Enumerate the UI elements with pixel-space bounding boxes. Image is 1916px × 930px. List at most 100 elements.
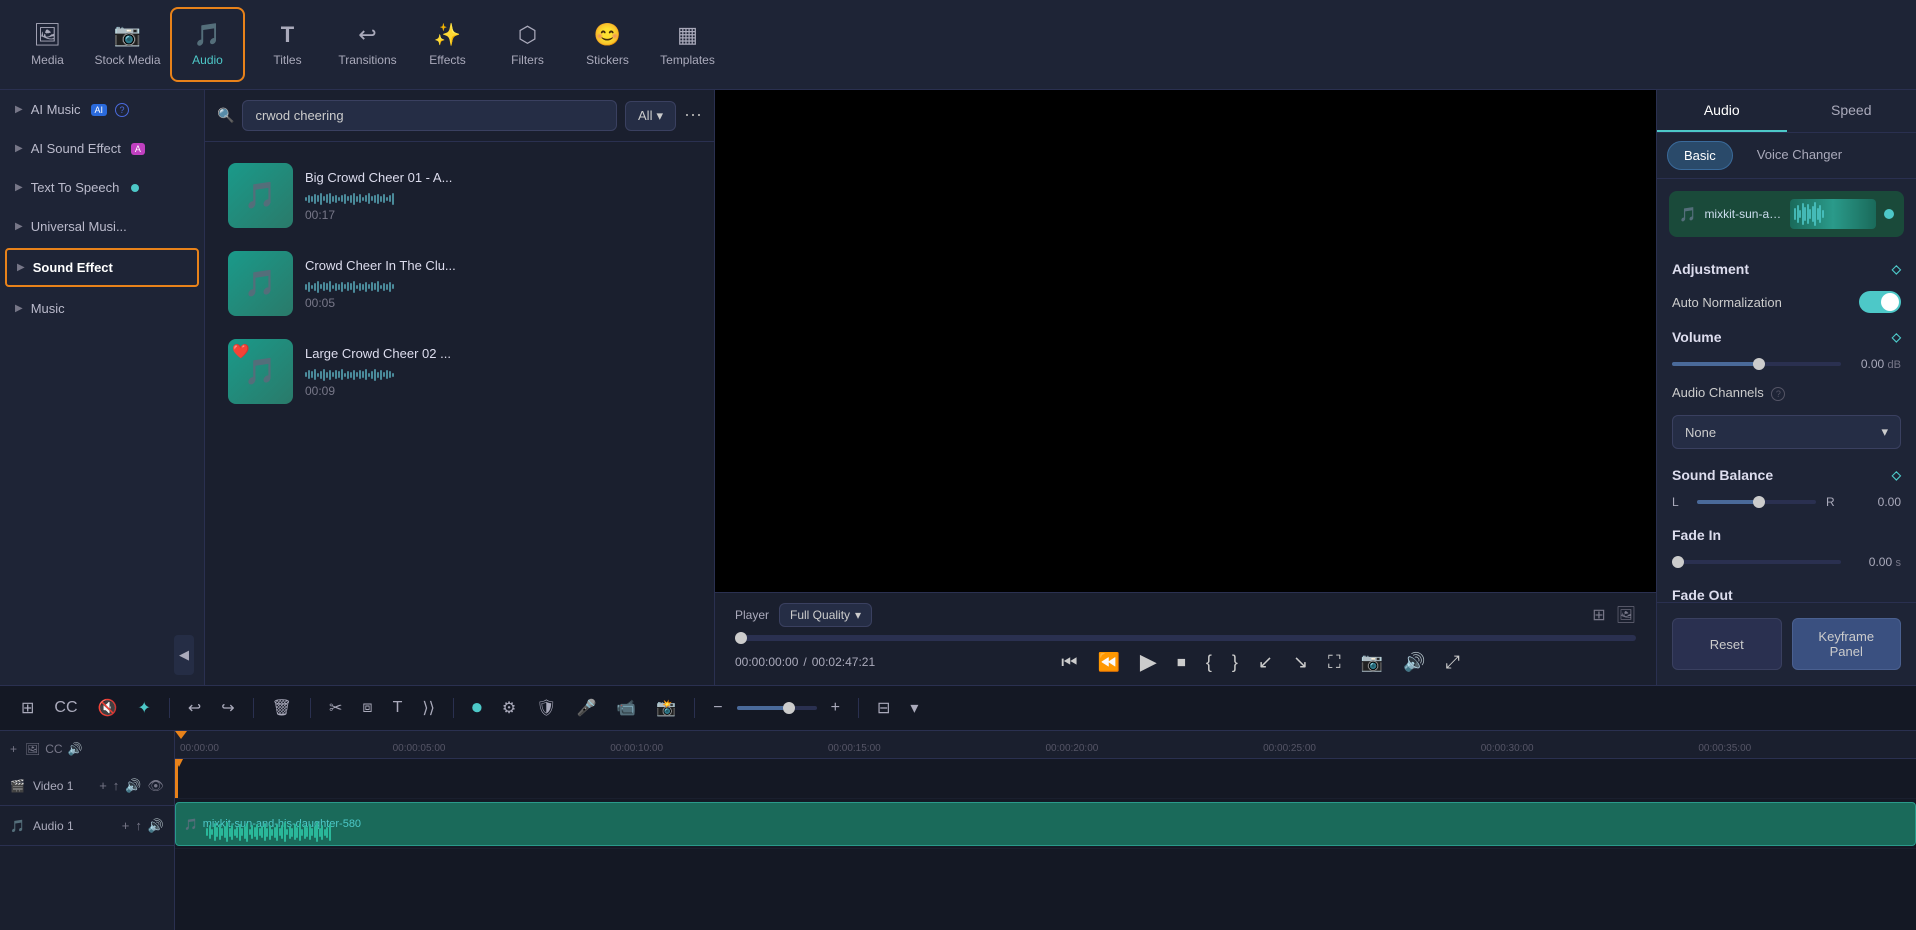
expand-icon: ▶ [15, 221, 23, 232]
filter-dropdown[interactable]: All ▾ [625, 101, 676, 131]
camera-button[interactable]: 📸 [650, 694, 682, 722]
collapse-panel-btn[interactable]: ◀ [0, 625, 204, 685]
volume-icon[interactable]: 🔊 [148, 818, 164, 834]
fullscreen-button[interactable]: ⛶ [1328, 652, 1341, 673]
sub-tab-basic[interactable]: Basic [1667, 141, 1733, 170]
add-track-button[interactable]: + 🖼 CC 🔊 [0, 731, 174, 766]
add-caption-icon[interactable]: CC [45, 742, 62, 756]
toolbar-titles[interactable]: T Titles [250, 7, 325, 82]
volume-icon[interactable]: 🔊 [125, 778, 141, 794]
audio-title: Large Crowd Cheer 02 ... [305, 346, 691, 361]
split-button[interactable]: ✂ [323, 694, 348, 722]
add-media-button[interactable]: ⊞ [15, 694, 40, 722]
balance-knob[interactable] [1753, 496, 1765, 508]
add-audio-icon[interactable]: 🔊 [68, 742, 83, 756]
zoom-out-button[interactable]: − [707, 695, 728, 721]
audio-duration: 00:05 [305, 296, 691, 310]
fade-in-knob[interactable] [1672, 556, 1684, 568]
audio-track-display: 🎵 mixkit-sun-and-his-... [1669, 191, 1904, 237]
fade-in-slider[interactable] [1672, 560, 1841, 564]
toolbar-audio[interactable]: 🎵 Audio [170, 7, 245, 82]
stop-button[interactable]: ⏹ [1177, 652, 1186, 673]
append-button[interactable]: ↘ [1293, 652, 1308, 673]
expand-button[interactable]: ⟩⟩ [416, 694, 440, 722]
stock-icon: 📷 [114, 22, 141, 48]
more-options-button[interactable]: ⋯ [684, 105, 702, 126]
add-icon[interactable]: + [122, 818, 130, 833]
screen-record-button[interactable]: 📹 [610, 694, 642, 722]
volume-slider[interactable] [1672, 362, 1841, 366]
export-icon[interactable]: ↑ [113, 778, 120, 793]
toolbar-filters[interactable]: ⬡ Filters [490, 7, 565, 82]
insert-button[interactable]: ↙ [1258, 652, 1273, 673]
audio-clip[interactable]: 🎵 mixkit-sun-and-his-daughter-580 [175, 802, 1916, 846]
sidebar-item-ai-sound[interactable]: ▶ AI Sound Effect A [0, 129, 204, 168]
info-icon: ? [1771, 387, 1785, 401]
zoom-in-button[interactable]: + [825, 695, 846, 721]
step-back-button[interactable]: ⏪ [1097, 652, 1119, 673]
crop-button[interactable]: ⧈ [356, 695, 378, 721]
list-item[interactable]: 🎵 Crowd Cheer In The Clu... 00:05 [213, 241, 706, 326]
play-button[interactable]: ▶ [1140, 649, 1157, 675]
toolbar-stock[interactable]: 📷 Stock Media [90, 7, 165, 82]
shield-button[interactable]: 🛡 [530, 694, 562, 722]
keyframe-panel-button[interactable]: Keyframe Panel [1792, 618, 1902, 670]
separator [453, 698, 454, 718]
mark-out-button[interactable]: } [1232, 652, 1238, 673]
settings-button[interactable]: ⚙ [496, 694, 522, 722]
waveform-display [305, 366, 691, 384]
sidebar-item-music[interactable]: ▶ Music [0, 289, 204, 328]
redo-button[interactable]: ↪ [215, 694, 240, 722]
lock-icon[interactable]: + [99, 778, 107, 793]
expand-icon: ▶ [15, 182, 23, 193]
rewind-button[interactable]: ⏮ [1061, 652, 1077, 673]
record-button[interactable]: ⏺ [466, 693, 488, 724]
left-panel: ▶ AI Music AI ? ▶ AI Sound Effect A ▶ Te… [0, 90, 205, 685]
audio-channels-dropdown[interactable]: None ▾ [1672, 415, 1901, 449]
toolbar-media[interactable]: 🖼 Media [10, 7, 85, 82]
audio-detach-button[interactable]: 🔇 [92, 694, 124, 722]
more-options-button[interactable]: ▾ [904, 694, 924, 722]
mark-in-button[interactable]: { [1206, 652, 1212, 673]
volume-button[interactable]: 🔊 [1403, 652, 1425, 673]
toolbar-effects-label: Effects [429, 53, 465, 67]
volume-knob[interactable] [1753, 358, 1765, 370]
mic-button[interactable]: 🎤 [570, 694, 602, 722]
text-button[interactable]: T [387, 695, 409, 721]
tab-speed[interactable]: Speed [1787, 90, 1916, 132]
image-view-icon[interactable]: 🖼 [1616, 605, 1636, 625]
toolbar-transitions[interactable]: ↩ Transitions [330, 7, 405, 82]
tab-audio[interactable]: Audio [1657, 90, 1787, 132]
toolbar-templates[interactable]: ▦ Templates [650, 7, 725, 82]
undo-button[interactable]: ↩ [182, 694, 207, 722]
grid-view-icon[interactable]: ⊞ [1592, 605, 1605, 625]
export-icon[interactable]: ↑ [135, 818, 142, 833]
eye-icon[interactable]: 👁 [147, 778, 164, 794]
search-input[interactable] [242, 100, 617, 131]
list-item[interactable]: ❤️ 🎵 Large Crowd Cheer 02 ... 00:09 [213, 329, 706, 414]
expand-button[interactable]: ⤢ [1445, 652, 1459, 673]
sidebar-item-universal[interactable]: ▶ Universal Musi... [0, 207, 204, 246]
list-item[interactable]: 🎵 Big Crowd Cheer 01 - A... 00:17 [213, 153, 706, 238]
ai-tools-button[interactable]: ✦ [131, 694, 156, 722]
zoom-slider[interactable] [737, 706, 817, 710]
quality-dropdown[interactable]: Full Quality ▾ [779, 603, 872, 627]
reset-button[interactable]: Reset [1672, 618, 1782, 670]
timeline-toolbar: ⊞ CC 🔇 ✦ ↩ ↪ 🗑 ✂ ⧈ T ⟩⟩ ⏺ ⚙ 🛡 🎤 📹 📸 − + … [0, 686, 1916, 731]
track-labels: + 🖼 CC 🔊 🎬 Video 1 + ↑ 🔊 👁 [0, 731, 175, 930]
caption-button[interactable]: CC [48, 695, 83, 721]
collapse-icon[interactable]: ◀ [174, 635, 194, 675]
layout-button[interactable]: ⊟ [871, 694, 896, 722]
toolbar-stickers[interactable]: 😊 Stickers [570, 7, 645, 82]
toolbar-effects[interactable]: ✨ Effects [410, 7, 485, 82]
balance-slider[interactable] [1697, 500, 1816, 504]
add-media-icon[interactable]: 🖼 [25, 742, 40, 756]
sidebar-item-ai-music[interactable]: ▶ AI Music AI ? [0, 90, 204, 129]
sidebar-item-sound-effect[interactable]: ▶ Sound Effect [5, 248, 199, 287]
sidebar-item-tts[interactable]: ▶ Text To Speech [0, 168, 204, 207]
delete-button[interactable]: 🗑 [266, 694, 298, 722]
auto-norm-toggle[interactable] [1859, 291, 1901, 313]
sub-tab-voice-changer[interactable]: Voice Changer [1741, 141, 1858, 170]
timeline-scrubber[interactable] [735, 635, 1636, 641]
snapshot-button[interactable]: 📷 [1361, 652, 1383, 673]
